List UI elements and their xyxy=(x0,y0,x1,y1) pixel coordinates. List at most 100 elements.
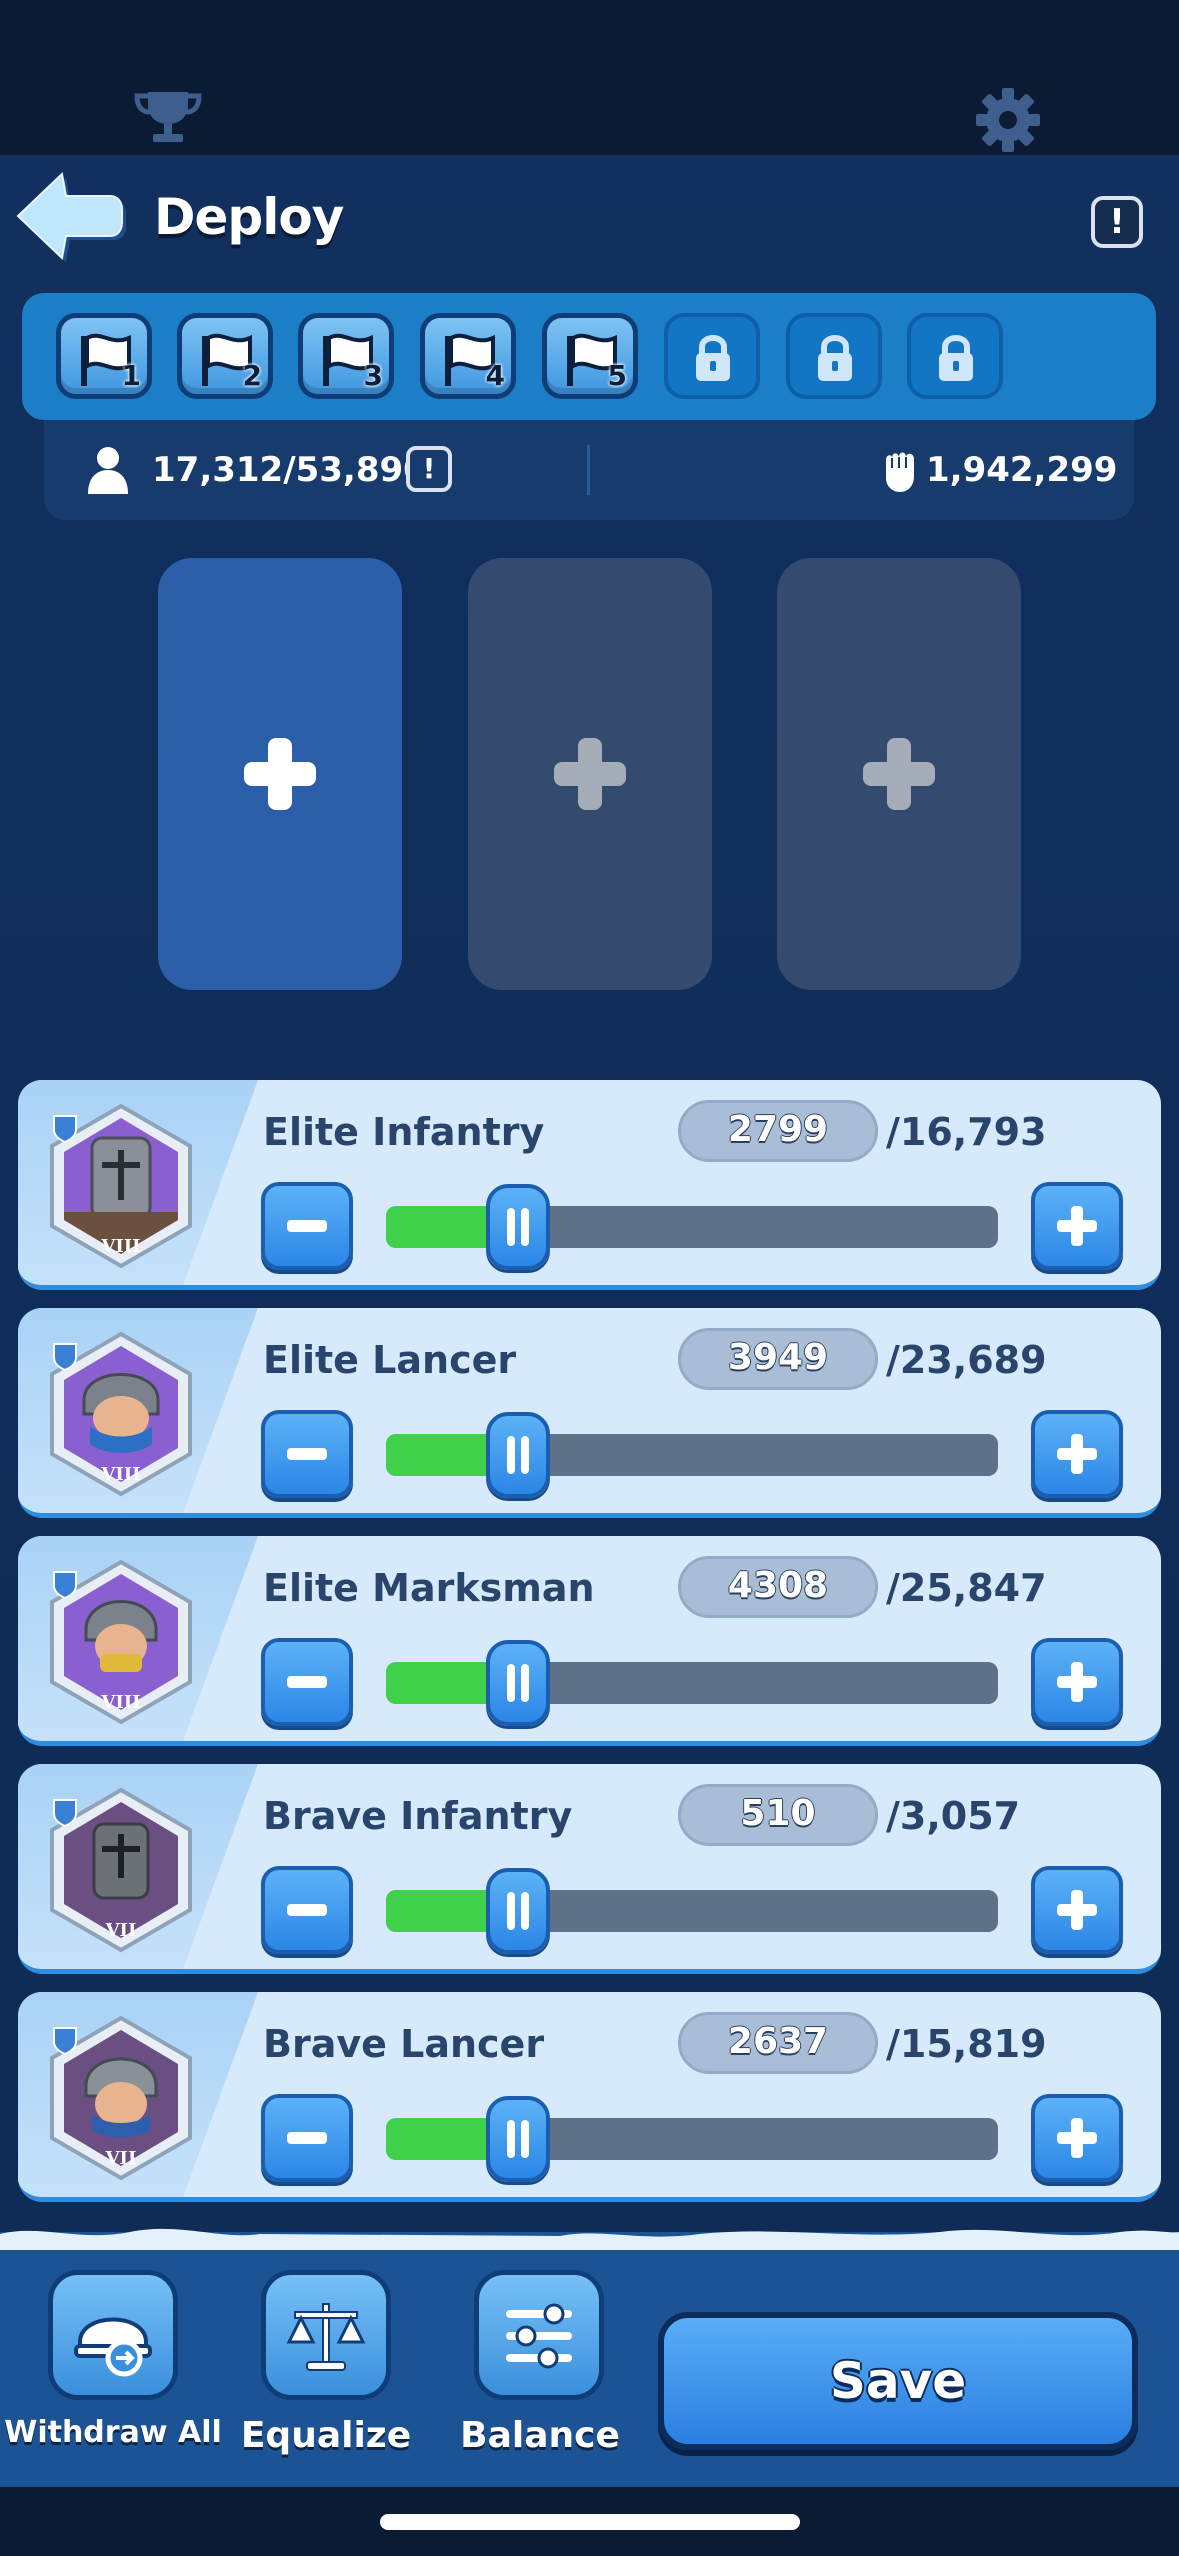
formation-tab-3[interactable]: 3 xyxy=(298,313,394,399)
tab-number: 1 xyxy=(121,359,141,392)
tab-number: 2 xyxy=(242,359,262,392)
sliders-icon xyxy=(506,2303,572,2369)
plus-icon xyxy=(244,738,316,810)
plus-icon xyxy=(1057,2118,1097,2158)
troop-row-brave-lancer: VII Brave Lancer 2637 /15,819 xyxy=(18,1992,1161,2202)
troop-name: Elite Marksman xyxy=(263,1566,595,1610)
svg-text:VII: VII xyxy=(105,1920,137,1941)
thumb-grip xyxy=(507,2120,516,2158)
troop-row-elite-lancer: VIII Elite Lancer 3949 /23,689 xyxy=(18,1308,1161,1518)
thumb-grip xyxy=(521,1892,530,1930)
save-button[interactable]: Save xyxy=(658,2312,1138,2450)
back-arrow-icon[interactable] xyxy=(14,170,129,270)
lock-icon xyxy=(939,335,973,381)
equalize-button[interactable] xyxy=(261,2270,391,2400)
increase-button[interactable] xyxy=(1031,1182,1123,1270)
trophy-icon[interactable] xyxy=(133,88,203,148)
formation-tab-1[interactable]: 1 xyxy=(56,313,152,399)
troop-name: Elite Infantry xyxy=(263,1110,545,1154)
equalize-label: Equalize xyxy=(240,2415,412,2456)
thumb-grip xyxy=(507,1436,516,1474)
thumb-grip xyxy=(507,1208,516,1246)
balance-label: Balance xyxy=(460,2415,620,2456)
plus-icon xyxy=(1057,1662,1097,1702)
brave-lancer-portrait: VII xyxy=(50,2015,192,2181)
tab-number: 3 xyxy=(363,359,383,392)
info-icon[interactable]: ! xyxy=(406,446,452,492)
balance-button[interactable] xyxy=(474,2270,604,2400)
decrease-button[interactable] xyxy=(261,2094,353,2182)
decrease-button[interactable] xyxy=(261,1638,353,1726)
increase-button[interactable] xyxy=(1031,1638,1123,1726)
gear-icon[interactable] xyxy=(972,84,1044,156)
plus-icon xyxy=(863,738,935,810)
brave-infantry-portrait: VII xyxy=(50,1787,192,1953)
thumb-grip xyxy=(521,1436,530,1474)
decrease-button[interactable] xyxy=(261,1182,353,1270)
troop-capacity: 17,312/53,890 xyxy=(152,450,427,490)
hero-slot-2[interactable] xyxy=(468,558,712,990)
tab-number: 4 xyxy=(485,359,505,392)
hero-slot-1[interactable] xyxy=(158,558,402,990)
troop-slider[interactable] xyxy=(386,1206,998,1248)
slider-thumb[interactable] xyxy=(486,1412,551,1498)
formation-tab-locked-6[interactable] xyxy=(664,313,760,399)
thumb-grip xyxy=(507,1664,516,1702)
troop-max: /25,847 xyxy=(886,1566,1047,1610)
minus-icon xyxy=(287,1448,327,1460)
decrease-button[interactable] xyxy=(261,1410,353,1498)
increase-button[interactable] xyxy=(1031,1866,1123,1954)
stats-bar: 17,312/53,890 ! 1,942,299 xyxy=(44,420,1134,520)
troop-count-input[interactable]: 3949 xyxy=(678,1328,878,1390)
slider-thumb[interactable] xyxy=(486,2096,551,2182)
save-label: Save xyxy=(829,2352,967,2410)
slider-thumb[interactable] xyxy=(486,1868,551,1954)
troop-max: /16,793 xyxy=(886,1110,1047,1154)
troop-max: /15,819 xyxy=(886,2022,1047,2066)
troop-slider[interactable] xyxy=(386,1662,998,1704)
troop-slider[interactable] xyxy=(386,1890,998,1932)
formation-tab-locked-7[interactable] xyxy=(786,313,882,399)
formation-tab-locked-8[interactable] xyxy=(907,313,1003,399)
minus-icon xyxy=(287,1676,327,1688)
troop-count-input[interactable]: 4308 xyxy=(678,1556,878,1618)
plus-icon xyxy=(1057,1434,1097,1474)
snow-edge-decoration xyxy=(0,2228,1179,2250)
troop-max: /23,689 xyxy=(886,1338,1047,1382)
troop-name: Brave Lancer xyxy=(263,2022,545,2066)
formation-tab-2[interactable]: 2 xyxy=(177,313,273,399)
troop-row-brave-infantry: VII Brave Infantry 510 /3,057 xyxy=(18,1764,1161,1974)
home-indicator[interactable] xyxy=(380,2514,800,2530)
elite-infantry-portrait: VIII xyxy=(50,1103,192,1269)
helmet-withdraw-icon xyxy=(74,2317,152,2377)
increase-button[interactable] xyxy=(1031,2094,1123,2182)
thumb-grip xyxy=(507,1892,516,1930)
thumb-grip xyxy=(521,2120,530,2158)
person-icon xyxy=(88,447,128,494)
slider-thumb[interactable] xyxy=(486,1184,551,1270)
troop-slider[interactable] xyxy=(386,1434,998,1476)
troop-slider[interactable] xyxy=(386,2118,998,2160)
troop-row-elite-infantry: VIII Elite Infantry 2799 /16,793 xyxy=(18,1080,1161,1290)
troop-count-input[interactable]: 2799 xyxy=(678,1100,878,1162)
troop-count-input[interactable]: 510 xyxy=(678,1784,878,1846)
troop-count-input[interactable]: 2637 xyxy=(678,2012,878,2074)
formation-tab-4[interactable]: 4 xyxy=(420,313,516,399)
plus-icon xyxy=(1057,1206,1097,1246)
slider-thumb[interactable] xyxy=(486,1640,551,1726)
decrease-button[interactable] xyxy=(261,1866,353,1954)
thumb-grip xyxy=(521,1208,530,1246)
svg-text:VIII: VIII xyxy=(100,1692,140,1713)
withdraw-all-button[interactable] xyxy=(48,2270,178,2400)
lock-icon xyxy=(696,335,730,381)
hero-slot-3[interactable] xyxy=(777,558,1021,990)
troop-row-elite-marksman: VIII Elite Marksman 4308 /25,847 xyxy=(18,1536,1161,1746)
thumb-grip xyxy=(521,1664,530,1702)
minus-icon xyxy=(287,1904,327,1916)
withdraw-all-label: Withdraw All xyxy=(4,2415,222,2450)
increase-button[interactable] xyxy=(1031,1410,1123,1498)
formation-tab-5[interactable]: 5 xyxy=(542,313,638,399)
divider xyxy=(587,445,590,495)
power-value: 1,942,299 xyxy=(926,450,1118,490)
info-icon[interactable]: ! xyxy=(1091,196,1143,248)
